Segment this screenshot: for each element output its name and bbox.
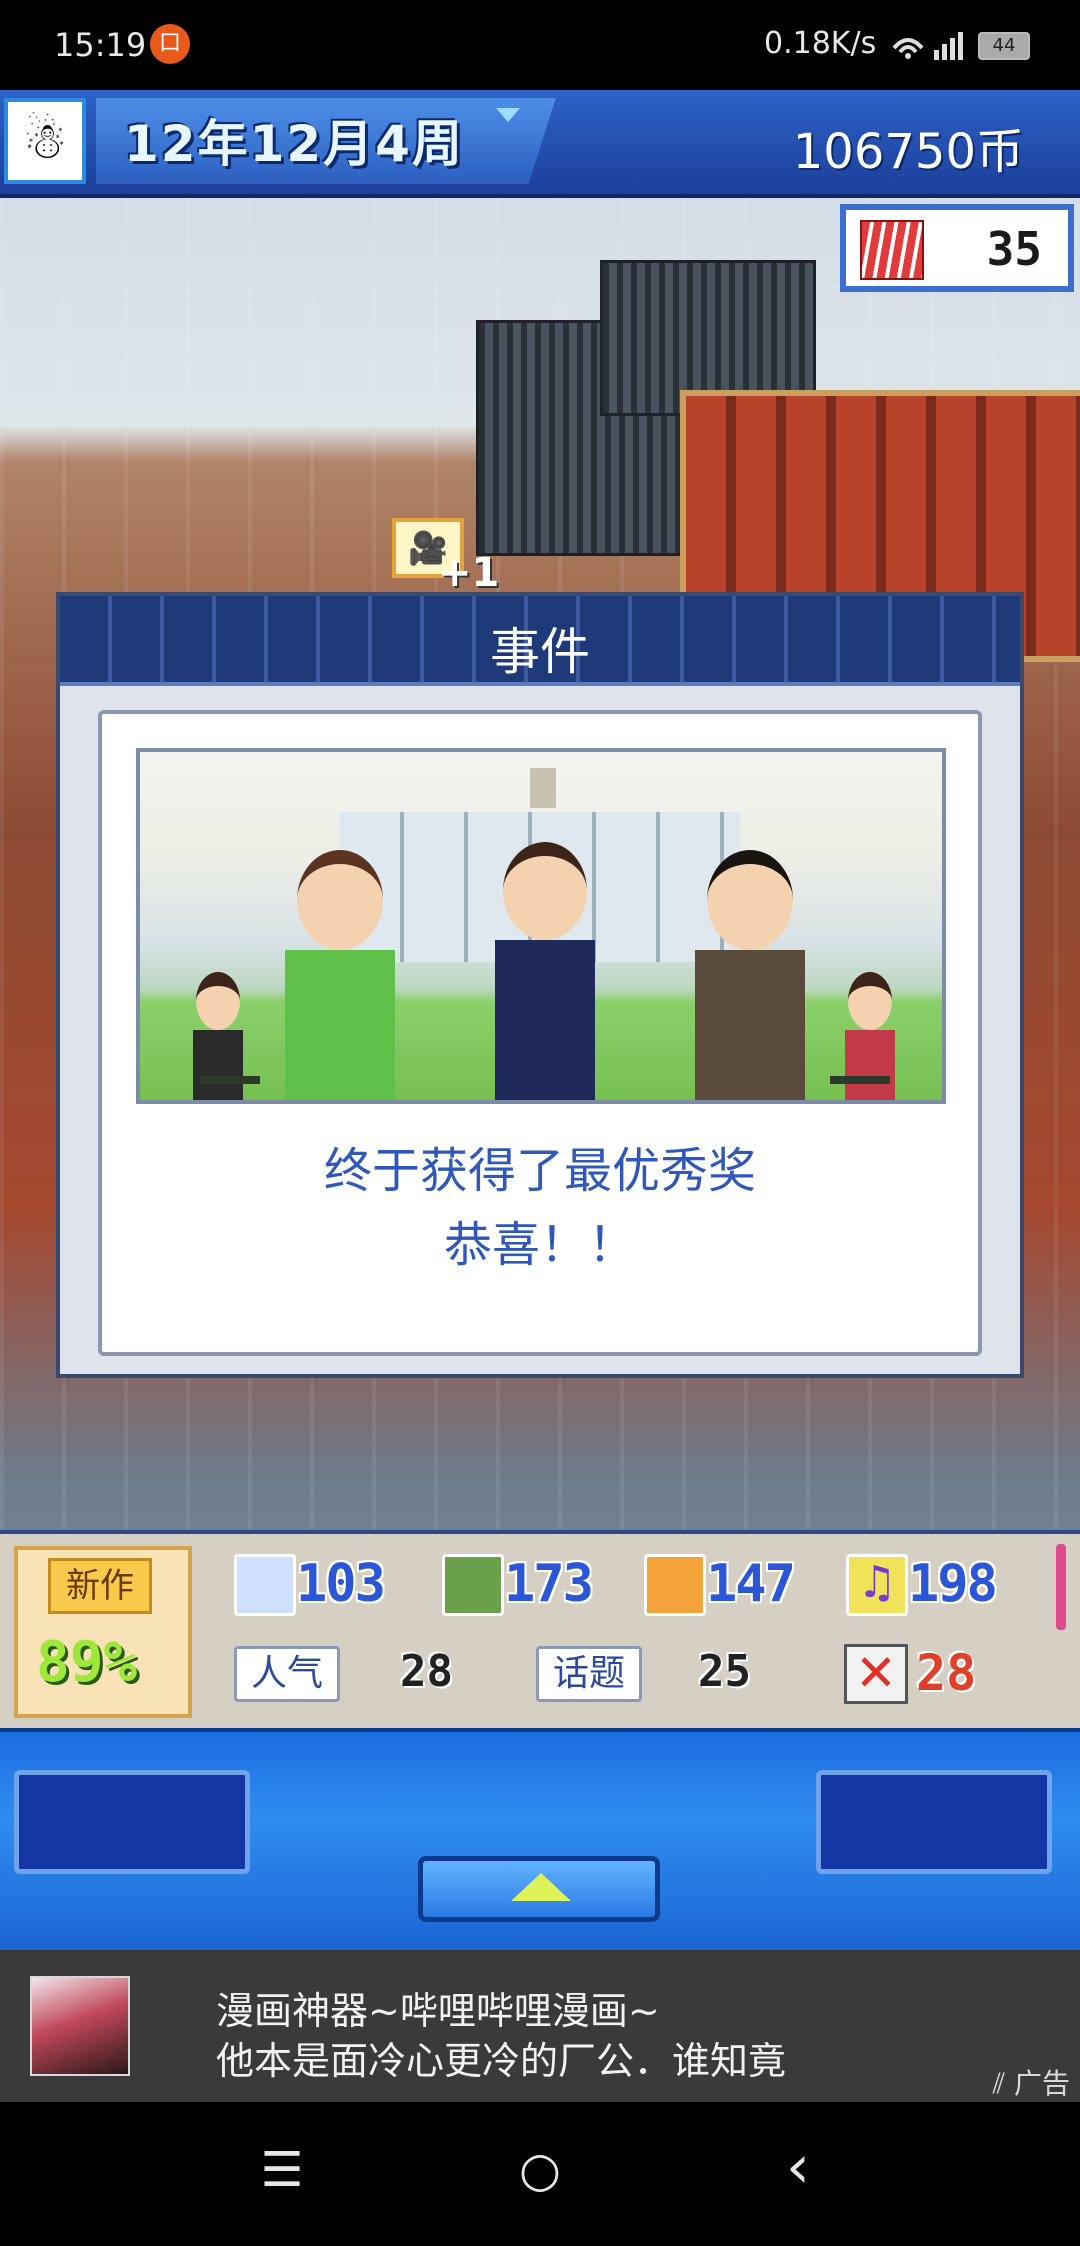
right-action-button[interactable] <box>816 1770 1052 1874</box>
ad-tag: ⫽ 广告 <box>993 2062 1070 2102</box>
ad-tag-label: 广告 <box>1013 2067 1070 2100</box>
hud-top-bar: ☃ 12年12月4周 106750币 <box>0 90 1080 198</box>
dialog-message-line1: 终于获得了最优秀奖 <box>323 1143 756 1199</box>
stat-scenario-value: 103 <box>296 1554 386 1614</box>
music-note-icon: ♫ <box>846 1554 908 1616</box>
screen: 15:19 口 0.18K/s 44 ☃ 12年12月4周 106750币 35… <box>0 0 1080 2246</box>
dialog-message-line2: 恭喜！！ <box>443 1217 636 1273</box>
new-work-label: 新作 <box>48 1558 152 1614</box>
status-bar: 15:19 口 0.18K/s 44 <box>0 0 1080 90</box>
stat-row-buzz: 人气 28 话题 25 ✕ 28 <box>220 1634 1060 1714</box>
stat-filming-value: 147 <box>706 1554 796 1614</box>
ad-title: 漫画神器~哔哩哔哩漫画~ <box>216 1989 660 2033</box>
chevron-up-icon <box>511 1873 571 1901</box>
popularity-value: 28 <box>400 1646 453 1697</box>
ad-thumbnail[interactable] <box>30 1976 130 2076</box>
floor-marker <box>830 1076 890 1084</box>
stat-row-scores: 103 173 147 ♫ 198 <box>220 1548 1060 1628</box>
topic-value: 25 <box>698 1646 751 1697</box>
stat-music-value: 198 <box>908 1554 998 1614</box>
camera-icon <box>644 1554 706 1616</box>
system-nav-bar: ☰ ○ ‹ <box>0 2102 1080 2246</box>
celebration-illustration <box>136 748 946 1104</box>
new-work-percent: 89% <box>36 1630 138 1695</box>
ticket-icon <box>860 220 924 280</box>
topic-label: 话题 <box>536 1646 642 1702</box>
stat-scenario: 103 <box>234 1548 434 1622</box>
signal-icon <box>892 32 963 60</box>
ceiling-lamp <box>530 768 556 808</box>
stats-panel[interactable]: 新作 89% 103 173 147 ♫ 198 人气 28 话题 25 ✕ 2… <box>0 1530 1080 1730</box>
wifi-signal-icon <box>890 26 970 69</box>
game-date: 12年12月4周 <box>124 115 464 173</box>
dialog-title: 事件 <box>490 623 590 681</box>
expand-menu-button[interactable] <box>418 1856 660 1922</box>
stat-cast: 173 <box>442 1548 642 1622</box>
stat-filming: 147 <box>644 1548 844 1622</box>
tickets-counter[interactable]: 35 <box>840 204 1074 292</box>
plus-label: +1 <box>438 550 500 596</box>
snowman-icon[interactable]: ☃ <box>4 98 86 184</box>
home-icon[interactable]: ○ <box>500 2142 580 2198</box>
dialog-message: 终于获得了最优秀奖 恭喜！！ <box>102 1134 978 1282</box>
notification-icon: 口 <box>150 24 190 64</box>
dialog-titlebar: 事件 <box>60 596 1020 686</box>
cast-icon <box>442 1554 504 1616</box>
new-work-card[interactable]: 新作 89% <box>14 1546 192 1718</box>
stat-cast-value: 173 <box>504 1554 594 1614</box>
stat-music: ♫ 198 <box>846 1548 1046 1622</box>
staff-figure-center <box>470 842 620 1100</box>
game-view[interactable]: ☃ 12年12月4周 106750币 35 🎥 +1 事件 终于获得了最优秀奖 … <box>0 90 1080 1950</box>
left-action-button[interactable] <box>14 1770 250 1874</box>
ad-logo-icon: ⫽ <box>992 2067 1014 2100</box>
ad-description: 他本是面冷心更冷的厂公．谁知竟 <box>216 2039 787 2083</box>
network-speed: 0.18K/s <box>764 26 877 61</box>
status-time: 15:19 <box>54 26 147 64</box>
event-dialog[interactable]: 事件 终于获得了最优秀奖 恭喜！！ <box>56 592 1024 1378</box>
ticket-count: 35 <box>986 222 1042 276</box>
negative-value: 28 <box>916 1644 977 1702</box>
negative-x-icon: ✕ <box>844 1644 908 1704</box>
dialog-content: 终于获得了最优秀奖 恭喜！！ <box>98 710 982 1356</box>
floor-marker <box>200 1076 260 1084</box>
staff-figure-brown-suit <box>680 850 820 1100</box>
back-icon[interactable]: ‹ <box>758 2132 838 2202</box>
staff-figure-green <box>270 850 410 1100</box>
money-counter: 106750币 <box>792 124 1024 180</box>
menu-icon[interactable]: ☰ <box>242 2142 322 2198</box>
scroll-indicator <box>1056 1544 1066 1630</box>
ad-banner[interactable]: 漫画神器~哔哩哔哩漫画~ 他本是面冷心更冷的厂公．谁知竟 ⫽ 广告 <box>0 1950 1080 2102</box>
popularity-label: 人气 <box>234 1646 340 1702</box>
chevron-down-icon <box>496 108 520 122</box>
control-panel <box>0 1728 1080 1950</box>
battery-icon: 44 <box>978 32 1030 60</box>
document-icon <box>234 1554 296 1616</box>
